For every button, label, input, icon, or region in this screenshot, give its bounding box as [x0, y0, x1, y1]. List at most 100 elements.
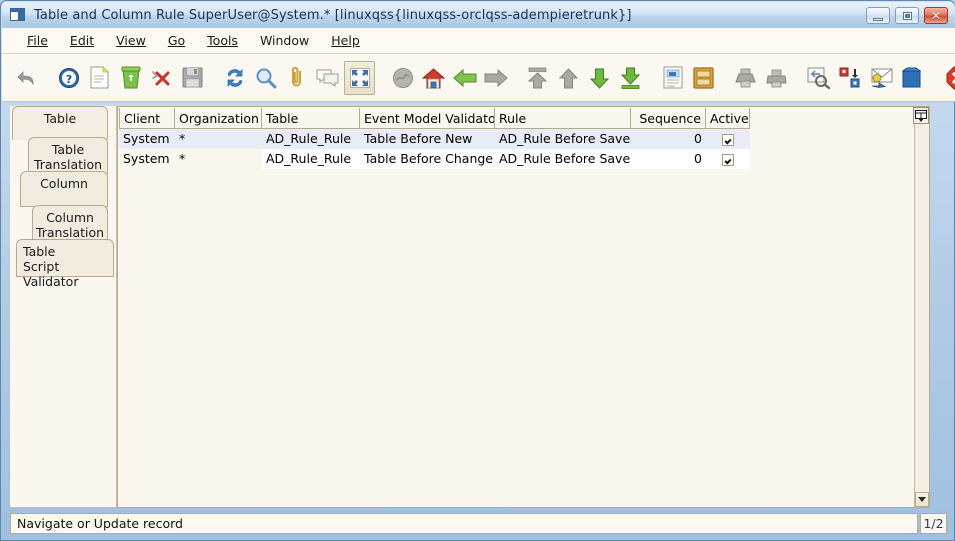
help-icon[interactable]: ? — [54, 62, 83, 94]
maximize-button[interactable] — [895, 7, 919, 24]
exit-icon[interactable] — [943, 62, 955, 94]
cell-event-model-validator[interactable]: Table Before New — [360, 129, 495, 149]
delete-selection-icon[interactable] — [147, 62, 176, 94]
menu-window-label: Window — [259, 33, 310, 48]
tab-column-translation-line2: Translation — [35, 225, 105, 240]
back-icon[interactable] — [450, 62, 479, 94]
next-record-icon[interactable] — [585, 62, 614, 94]
chat-icon[interactable] — [313, 62, 342, 94]
cell-table[interactable]: AD_Rule_Rule — [262, 129, 360, 149]
print-preview-icon[interactable] — [731, 62, 760, 94]
forward-icon[interactable] — [481, 62, 510, 94]
menu-edit-label: Edit — [69, 33, 95, 48]
table-row[interactable]: System * AD_Rule_Rule Table Before New A… — [119, 129, 750, 149]
close-icon: ✕ — [930, 8, 942, 23]
report-icon[interactable] — [658, 62, 687, 94]
last-record-icon[interactable] — [616, 62, 645, 94]
save-icon[interactable] — [178, 62, 207, 94]
grid-header-rule[interactable]: Rule — [495, 108, 631, 129]
tab-table-line1: Table — [43, 111, 77, 126]
tab-table-script-validator-line1: Table — [23, 244, 56, 259]
archive-icon[interactable] — [689, 62, 718, 94]
grid-header-sequence[interactable]: Sequence — [631, 108, 706, 129]
table-row[interactable]: System * AD_Rule_Rule Table Before Chang… — [119, 149, 750, 169]
zoom-across-icon[interactable] — [804, 62, 833, 94]
menu-item-help[interactable]: Help — [320, 31, 371, 50]
window-controls: ✕ — [866, 7, 948, 24]
previous-record-icon[interactable] — [554, 62, 583, 94]
home-icon[interactable] — [419, 62, 448, 94]
find-icon[interactable] — [251, 62, 280, 94]
title-bar[interactable]: Table and Column Rule SuperUser@System.*… — [2, 2, 955, 28]
grid-column-menu-button[interactable] — [913, 107, 929, 124]
minimize-button[interactable] — [866, 7, 890, 24]
cell-event-model-validator[interactable]: Table Before Change — [360, 149, 495, 169]
record-grid[interactable]: Client Organization Table Event Model Va… — [117, 106, 930, 508]
tab-column-translation-line1: Column — [46, 210, 94, 225]
tab-column-line1: Column — [40, 176, 88, 191]
grid-header-organization[interactable]: Organization — [175, 108, 262, 129]
cell-active[interactable] — [706, 149, 750, 169]
menu-item-edit[interactable]: Edit — [59, 31, 105, 50]
active-workflow-icon[interactable] — [835, 62, 864, 94]
grid-header-client[interactable]: Client — [119, 108, 175, 129]
first-record-icon[interactable] — [523, 62, 552, 94]
menu-item-file[interactable]: File — [16, 31, 59, 50]
cell-table[interactable]: AD_Rule_Rule — [262, 149, 360, 169]
tab-table-script-validator-line2: Script Validator — [23, 259, 79, 289]
menu-item-go[interactable]: Go — [157, 31, 196, 50]
new-record-icon[interactable] — [85, 62, 114, 94]
window-title: Table and Column Rule SuperUser@System.*… — [34, 7, 632, 23]
status-message: Navigate or Update record — [10, 513, 918, 534]
active-checkbox[interactable] — [722, 154, 734, 166]
menu-go-label: Go — [167, 33, 186, 48]
scroll-down-button[interactable] — [915, 492, 929, 507]
cell-client[interactable]: System — [119, 129, 175, 149]
status-bar: Navigate or Update record 1/2 — [10, 513, 947, 534]
grid-vertical-scrollbar[interactable] — [914, 107, 929, 507]
tab-table-translation-line2: Translation — [33, 157, 103, 172]
product-info-icon[interactable] — [897, 62, 926, 94]
menu-item-window[interactable]: Window — [249, 31, 320, 50]
refresh-icon[interactable] — [220, 62, 249, 94]
delete-icon[interactable] — [116, 62, 145, 94]
tab-column[interactable]: Column — [20, 171, 108, 207]
request-icon[interactable] — [866, 62, 895, 94]
attachment-icon[interactable] — [282, 62, 311, 94]
grid-header-row: Client Organization Table Event Model Va… — [119, 108, 750, 129]
cell-sequence[interactable]: 0 — [631, 149, 706, 169]
cell-client[interactable]: System — [119, 149, 175, 169]
grid-toggle-icon[interactable] — [344, 60, 375, 95]
cell-sequence[interactable]: 0 — [631, 129, 706, 149]
active-checkbox[interactable] — [722, 134, 734, 146]
record-count-indicator: 1/2 — [920, 513, 947, 534]
grid-header-active[interactable]: Active — [706, 108, 750, 129]
grid-header-table[interactable]: Table — [262, 108, 360, 129]
print-icon[interactable] — [762, 62, 791, 94]
undo-icon[interactable] — [12, 62, 41, 94]
menu-file-label: File — [27, 33, 48, 48]
window-icon — [10, 8, 26, 22]
tab-column-translation[interactable]: Column Translation — [32, 205, 108, 242]
tab-strip: Table Table Translation Column Column Tr… — [10, 106, 117, 508]
grid-table: Client Organization Table Event Model Va… — [119, 108, 750, 169]
menu-item-view[interactable]: View — [105, 31, 157, 50]
menu-item-tools[interactable]: Tools — [196, 31, 249, 50]
cell-rule[interactable]: AD_Rule Before Save — [495, 129, 631, 149]
cell-rule[interactable]: AD_Rule Before Save — [495, 149, 631, 169]
table-menu-icon — [915, 109, 927, 122]
cell-active[interactable] — [706, 129, 750, 149]
tab-table-script-validator[interactable]: Table Script Validator — [16, 239, 114, 289]
application-window: Table and Column Rule SuperUser@System.*… — [0, 0, 955, 541]
client-area: Table Table Translation Column Column Tr… — [10, 106, 947, 508]
close-button[interactable]: ✕ — [924, 7, 948, 24]
tab-table[interactable]: Table — [12, 106, 108, 140]
cell-organization[interactable]: * — [175, 149, 262, 169]
menu-tools-label: Tools — [207, 33, 238, 48]
grid-header-event-model-validator[interactable]: Event Model Validator — [360, 108, 495, 129]
tab-table-translation-line1: Table — [51, 142, 85, 157]
history-icon[interactable] — [388, 62, 417, 94]
menu-bar: File Edit View Go Tools Window Help — [2, 28, 955, 54]
tab-table-translation[interactable]: Table Translation — [28, 137, 108, 174]
cell-organization[interactable]: * — [175, 129, 262, 149]
